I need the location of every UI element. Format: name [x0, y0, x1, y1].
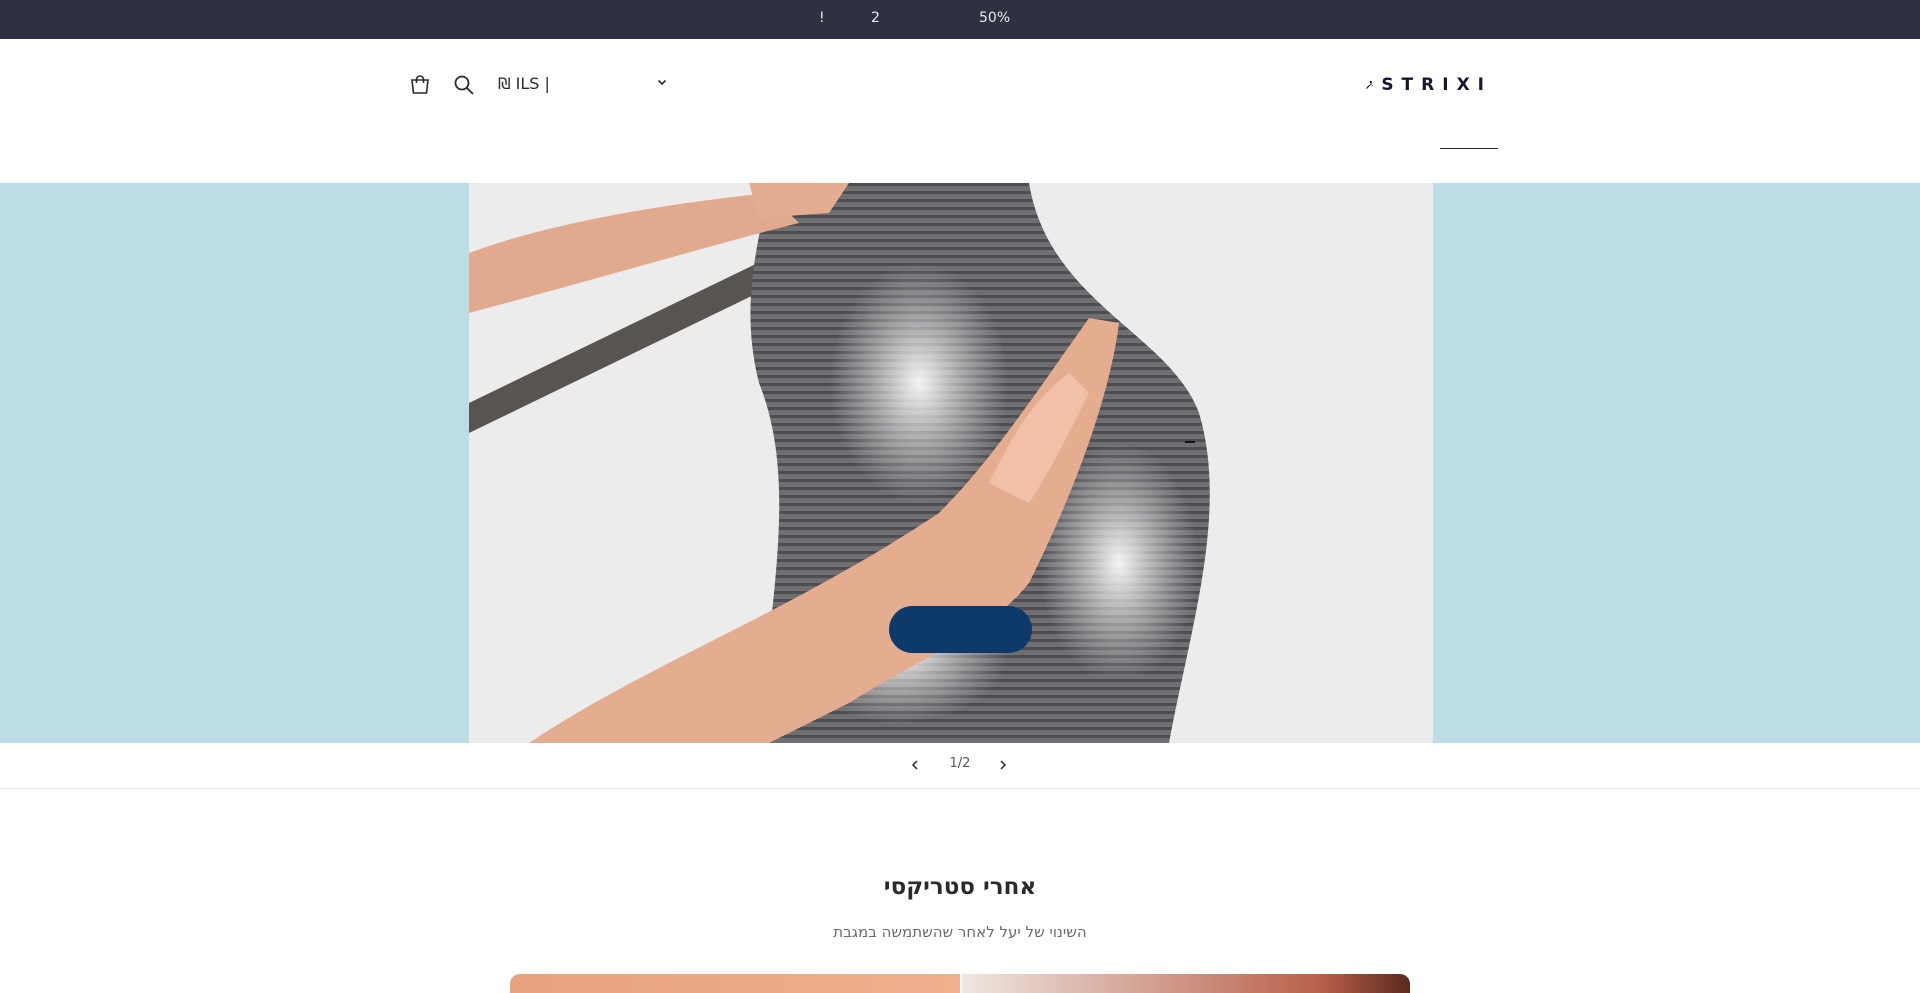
nav-active-underline	[1440, 148, 1498, 149]
hero-image	[469, 183, 1433, 743]
search-icon	[454, 75, 474, 95]
chevron-right-icon	[1000, 760, 1007, 770]
currency-value: ₪ ILS |	[498, 74, 550, 93]
after-image	[962, 974, 1410, 993]
hero-cta-button[interactable]	[889, 606, 1032, 653]
before-image	[510, 974, 960, 993]
site-logo[interactable]: STRIXI	[1364, 69, 1492, 101]
cart-button[interactable]	[405, 70, 435, 100]
chevron-down-icon	[657, 79, 667, 86]
announcement-bar: ! 2 50%	[0, 0, 1920, 39]
site-header: ₪ ILS | STRIXI	[0, 39, 1920, 183]
currency-selector[interactable]: ₪ ILS |	[498, 72, 668, 98]
slider-prev-button[interactable]	[905, 755, 925, 775]
before-after-image[interactable]	[510, 974, 1410, 993]
hero-dash	[1185, 441, 1195, 443]
announcement-text-2: 2	[871, 10, 880, 26]
search-button[interactable]	[449, 70, 479, 100]
chevron-left-icon	[911, 760, 918, 770]
cart-icon	[411, 75, 429, 94]
section-subtitle: השינוי של יעל לאחר שהשתמשה במגבת	[833, 923, 1087, 941]
announcement-text-1: !	[819, 10, 825, 26]
announcement-text-3: 50%	[979, 10, 1011, 26]
hero-slideshow	[0, 183, 1920, 743]
slider-controls: 1/2	[0, 743, 1920, 789]
logo-text: STRIXI	[1381, 75, 1492, 95]
section-title: אחרי סטריקסי	[883, 874, 1037, 900]
slider-next-button[interactable]	[993, 755, 1013, 775]
slide-counter: 1/2	[949, 756, 971, 771]
logo-mark-icon	[1365, 80, 1374, 89]
